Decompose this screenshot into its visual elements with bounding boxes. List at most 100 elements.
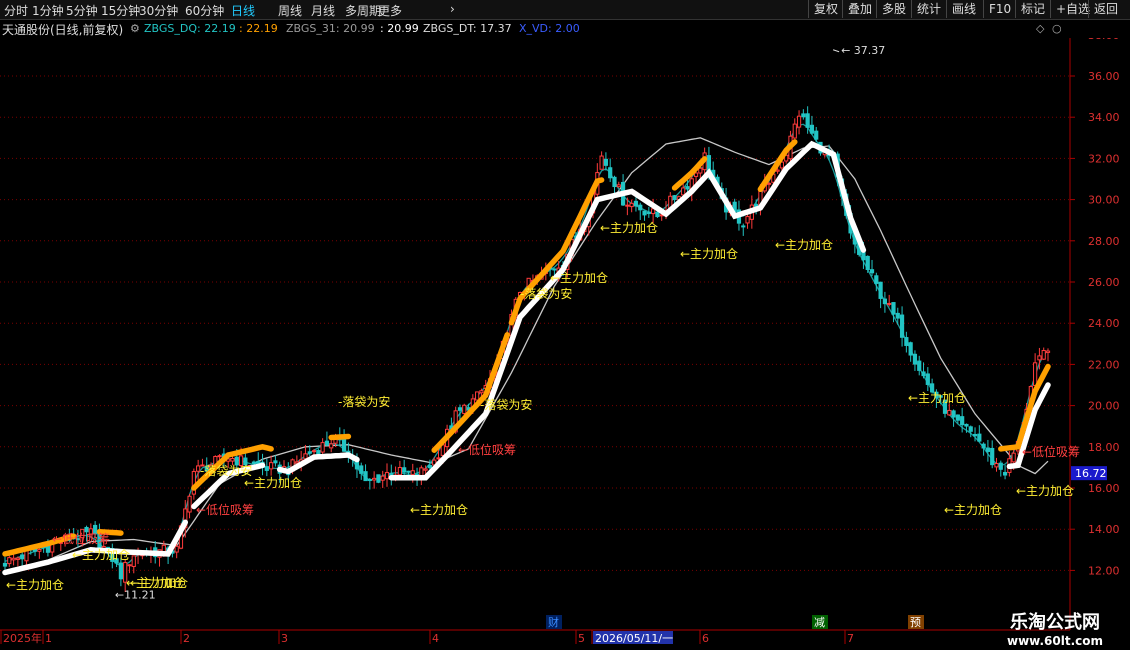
candle	[1045, 348, 1051, 362]
candle-body	[981, 443, 986, 449]
zbgs-dq-value: : 22.19	[239, 22, 278, 35]
candle	[865, 255, 870, 273]
candle	[985, 439, 991, 462]
tab-7[interactable]: 周线	[278, 2, 302, 19]
candle	[869, 259, 875, 277]
y-tick-label: 12.00	[1088, 564, 1120, 577]
y-tick-label: 24.00	[1088, 317, 1120, 330]
candle-body	[655, 211, 660, 218]
candle-body	[681, 187, 686, 196]
toolbar-button-4[interactable]: 画线	[946, 0, 981, 18]
candle	[745, 213, 750, 229]
toolbar-button-8[interactable]: 返回	[1088, 0, 1123, 18]
toolbar-button-2[interactable]: 多股	[876, 0, 911, 18]
annotation-yellow: -落袋为安	[338, 394, 390, 409]
watermark-url: www.60lt.com	[1006, 634, 1104, 648]
ma-orange-segment	[328, 433, 352, 441]
candle-body	[402, 467, 407, 473]
candle	[264, 458, 269, 477]
tab-8[interactable]: 月线	[311, 2, 335, 19]
event-marker-label: 财	[548, 615, 559, 629]
candle-body	[951, 410, 956, 418]
tab-0[interactable]: 分时	[4, 2, 28, 19]
candle-body	[363, 471, 368, 482]
candle-body	[406, 470, 411, 473]
candle-body	[672, 195, 677, 201]
zbgs-31-value: : 20.99	[380, 22, 419, 35]
candle-body	[1011, 452, 1016, 463]
candle	[359, 462, 364, 480]
tab-4[interactable]: 30分钟	[139, 2, 178, 19]
candle	[796, 110, 802, 135]
candle	[642, 210, 647, 221]
diamond-icon[interactable]: ◇	[1036, 22, 1044, 35]
tab-2[interactable]: 5分钟	[66, 2, 98, 19]
candle	[638, 202, 643, 220]
candle-body	[998, 462, 1003, 470]
toolbar-button-1[interactable]: 叠加	[842, 0, 877, 18]
candle-body	[741, 225, 746, 228]
x-axis-label: 5	[578, 632, 585, 645]
candle	[384, 463, 390, 487]
candle-body	[809, 124, 815, 134]
candle-body	[118, 562, 123, 580]
high-price-label: ← 37.37	[841, 44, 885, 57]
candle-body	[376, 474, 381, 483]
y-tick-label: 18.00	[1088, 441, 1120, 454]
candle-body	[960, 416, 965, 426]
annotation-red: ←低位吸筹	[1022, 444, 1080, 459]
candle	[616, 181, 621, 188]
annotation-yellow: ←主力加仓	[550, 271, 608, 285]
y-tick-label: 36.00	[1088, 70, 1120, 83]
y-tick-label: 30.00	[1088, 194, 1120, 207]
candle	[380, 470, 385, 488]
candle-body	[1045, 350, 1051, 353]
candle-body	[397, 467, 402, 476]
circle-icon[interactable]: ○	[1052, 22, 1062, 35]
zbgs-dt-label: ZBGS_DT: 17.37	[423, 22, 512, 35]
toolbar-button-3[interactable]: 统计	[911, 0, 946, 18]
tab-3[interactable]: 15分钟	[101, 2, 140, 19]
candle	[273, 455, 278, 467]
candle-body	[37, 549, 42, 552]
tab-1[interactable]: 1分钟	[32, 2, 64, 19]
candle-body	[878, 281, 883, 299]
tab-10[interactable]: 更多	[378, 2, 402, 19]
candle-body	[698, 167, 703, 174]
candle-body	[964, 423, 969, 427]
candle-body	[608, 167, 613, 179]
candle-body	[638, 204, 643, 211]
candle-body	[775, 169, 780, 172]
candle-body	[410, 470, 415, 475]
candle-body	[895, 312, 900, 319]
candle	[475, 391, 480, 401]
candle	[990, 440, 995, 469]
candle-body	[303, 453, 308, 460]
y-tick-label: 16.00	[1088, 482, 1120, 495]
more-chevron-icon[interactable]: ›	[450, 2, 455, 16]
candle-body	[380, 475, 385, 481]
candle-body	[423, 468, 428, 471]
candle-body	[440, 444, 445, 456]
candle	[925, 367, 930, 392]
candle	[741, 223, 746, 236]
candle-body	[1033, 362, 1038, 386]
y-tick-label: 34.00	[1088, 111, 1120, 124]
candle	[882, 291, 887, 313]
candle-body	[612, 176, 617, 188]
candle-body	[15, 557, 20, 560]
candle-body	[891, 302, 896, 315]
tab-5[interactable]: 60分钟	[185, 2, 224, 19]
candle	[998, 460, 1003, 477]
toolbar-button-6[interactable]: 标记	[1015, 0, 1050, 18]
candle	[646, 206, 651, 218]
tab-6[interactable]: 日线	[231, 2, 255, 19]
tab-9[interactable]: 多周期	[345, 2, 381, 19]
candle-body	[865, 255, 870, 271]
candle-body	[869, 269, 875, 274]
toolbar-button-5[interactable]: F10	[983, 0, 1016, 18]
x-axis-label: 2	[183, 632, 190, 645]
settings-gear-icon[interactable]: ⚙	[130, 22, 140, 35]
toolbar-button-0[interactable]: 复权	[808, 0, 843, 18]
annotation-yellow: -落袋为安	[520, 286, 572, 301]
